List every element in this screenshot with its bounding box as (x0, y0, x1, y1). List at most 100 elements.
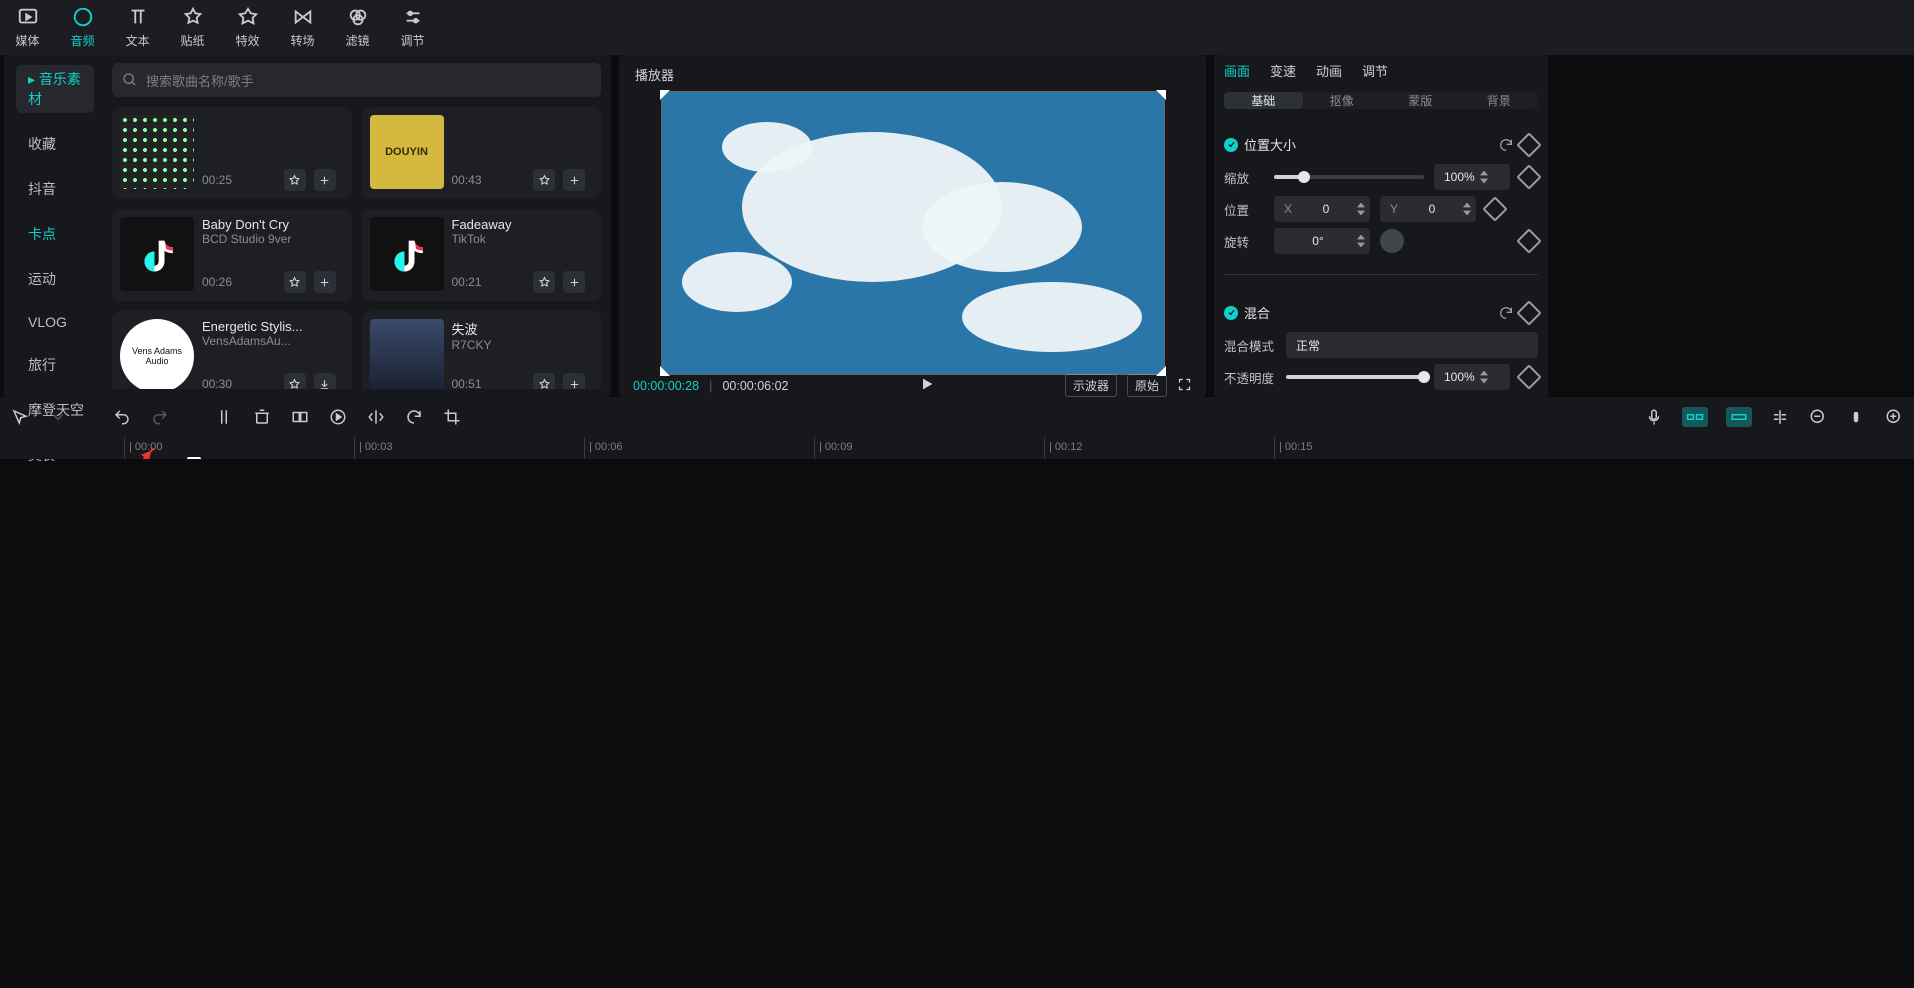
keyframe-position[interactable] (1482, 196, 1507, 221)
record-voiceover-button[interactable] (1644, 407, 1664, 427)
player-current-time: 00:00:00:28 (633, 379, 699, 393)
blend-section: 混合 (1224, 303, 1538, 322)
inspector-tab[interactable]: 变速 (1270, 61, 1296, 86)
position-size-label: 位置大小 (1244, 135, 1492, 154)
scale-label: 缩放 (1224, 168, 1264, 187)
category-vlog[interactable]: VLOG (4, 310, 106, 334)
play-button[interactable] (919, 376, 935, 395)
delete-clip-button[interactable] (252, 407, 272, 427)
scale-slider[interactable] (1274, 175, 1424, 179)
top-tab-filter[interactable]: 滤镜 (330, 0, 385, 55)
zoom-out-button[interactable] (1808, 407, 1828, 427)
position-label: 位置 (1224, 200, 1264, 219)
inspector-subtab[interactable]: 蒙版 (1381, 92, 1460, 109)
favorite-button[interactable] (284, 271, 306, 293)
music-card[interactable]: DOUYIN00:43 (362, 107, 602, 199)
rotation-dial[interactable] (1380, 229, 1404, 253)
position-size-toggle[interactable] (1224, 138, 1238, 152)
inspector-tab[interactable]: 动画 (1316, 61, 1342, 86)
keyframe-blend[interactable] (1516, 300, 1541, 325)
top-tab-transition[interactable]: 转场 (275, 0, 330, 55)
zoom-in-button[interactable] (1884, 407, 1904, 427)
keyframe-position-size[interactable] (1516, 132, 1541, 157)
redo-button[interactable] (150, 407, 170, 427)
original-size-button[interactable]: 原始 (1127, 374, 1167, 397)
inspector-tab[interactable]: 画面 (1224, 61, 1250, 86)
keyframe-opacity[interactable] (1516, 364, 1541, 389)
music-duration: 00:51 (452, 377, 526, 389)
music-card[interactable]: Baby Don't CryBCD Studio 9ver00:26 (112, 209, 352, 301)
align-button[interactable] (1770, 407, 1790, 427)
add-button[interactable] (314, 169, 336, 191)
add-button[interactable] (563, 169, 585, 191)
rotation-label: 旋转 (1224, 232, 1264, 251)
music-thumbnail (370, 319, 444, 389)
favorite-button[interactable] (284, 373, 306, 389)
crop-frame-button[interactable] (442, 407, 462, 427)
inspector-tab[interactable]: 调节 (1362, 61, 1388, 86)
undo-button[interactable] (112, 407, 132, 427)
split-clip-button[interactable] (214, 407, 234, 427)
top-tab-audio[interactable]: 音频 (55, 0, 110, 55)
music-thumbnail (370, 217, 444, 291)
keyframe-scale[interactable] (1516, 164, 1541, 189)
linkage-button[interactable] (1726, 407, 1752, 427)
music-artist: BCD Studio 9ver (202, 232, 317, 246)
opacity-slider[interactable] (1286, 375, 1424, 379)
scale-value[interactable]: 100% (1434, 164, 1510, 190)
add-button[interactable] (563, 271, 585, 293)
category-beats[interactable]: 卡点 (4, 220, 106, 248)
position-x[interactable]: X0 (1274, 196, 1370, 222)
preview-player-panel: 播放器 00:00:00:28 | 00:00:06:02 示波器 原始 (619, 55, 1206, 397)
blend-mode-select[interactable]: 正常 (1286, 332, 1538, 358)
music-card[interactable]: 00:25 (112, 107, 352, 199)
opacity-value[interactable]: 100% (1434, 364, 1510, 390)
music-title: Fadeaway (452, 217, 567, 232)
music-artist: TikTok (452, 232, 567, 246)
top-tab-media[interactable]: 媒体 (0, 0, 55, 55)
top-tab-adjust[interactable]: 调节 (385, 0, 440, 55)
music-card[interactable]: 失波R7CKY00:51 (362, 311, 602, 389)
favorite-button[interactable] (284, 169, 306, 191)
fullscreen-button[interactable] (1177, 377, 1192, 395)
keyframe-rotation[interactable] (1516, 228, 1541, 253)
timeline-ruler[interactable]: | 00:00| 00:03| 00:06| 00:09| 00:12| 00:… (0, 437, 1914, 459)
blend-toggle[interactable] (1224, 306, 1238, 320)
top-tab-effect[interactable]: 特效 (220, 0, 275, 55)
inspector-subtab[interactable]: 抠像 (1303, 92, 1382, 109)
rotate-button[interactable] (404, 407, 424, 427)
selection-mode-dropdown[interactable] (48, 407, 68, 427)
category-douyin[interactable]: 抖音 (4, 175, 106, 203)
magnet-main-track-button[interactable] (1682, 407, 1708, 427)
inspector-subtab[interactable]: 基础 (1224, 92, 1303, 109)
zoom-slider[interactable] (1846, 407, 1866, 427)
music-card[interactable]: Vens Adams AudioEnergetic Stylis...VensA… (112, 311, 352, 389)
position-y[interactable]: Y0 (1380, 196, 1476, 222)
add-button[interactable] (314, 271, 336, 293)
category-sport[interactable]: 运动 (4, 265, 106, 293)
crop-button[interactable] (290, 407, 310, 427)
music-duration: 00:25 (202, 173, 276, 187)
category-favorites[interactable]: 收藏 (4, 130, 106, 158)
music-card[interactable]: FadeawayTikTok00:21 (362, 209, 602, 301)
timeline[interactable]: | 00:00| 00:03| 00:06| 00:09| 00:12| 00:… (0, 437, 1914, 459)
top-tab-sticker[interactable]: 贴纸 (165, 0, 220, 55)
category-travel[interactable]: 旅行 (4, 351, 106, 379)
reset-blend-icon[interactable] (1498, 305, 1514, 321)
preview-viewport[interactable] (631, 92, 1194, 374)
rotation-value[interactable]: 0° (1274, 228, 1370, 254)
add-button[interactable] (563, 373, 585, 389)
favorite-button[interactable] (533, 373, 555, 389)
top-tab-text[interactable]: 文本 (110, 0, 165, 55)
selection-tool[interactable] (10, 407, 30, 427)
speed-button[interactable] (328, 407, 348, 427)
mirror-button[interactable] (366, 407, 386, 427)
favorite-button[interactable] (533, 169, 555, 191)
inspector-subtab[interactable]: 背景 (1460, 92, 1539, 109)
favorite-button[interactable] (533, 271, 555, 293)
download-button[interactable] (314, 373, 336, 389)
search-input[interactable]: 搜索歌曲名称/歌手 (112, 63, 601, 97)
oscilloscope-button[interactable]: 示波器 (1065, 374, 1117, 397)
category-music-material[interactable]: ▸ 音乐素材 (16, 65, 94, 113)
reset-icon[interactable] (1498, 137, 1514, 153)
